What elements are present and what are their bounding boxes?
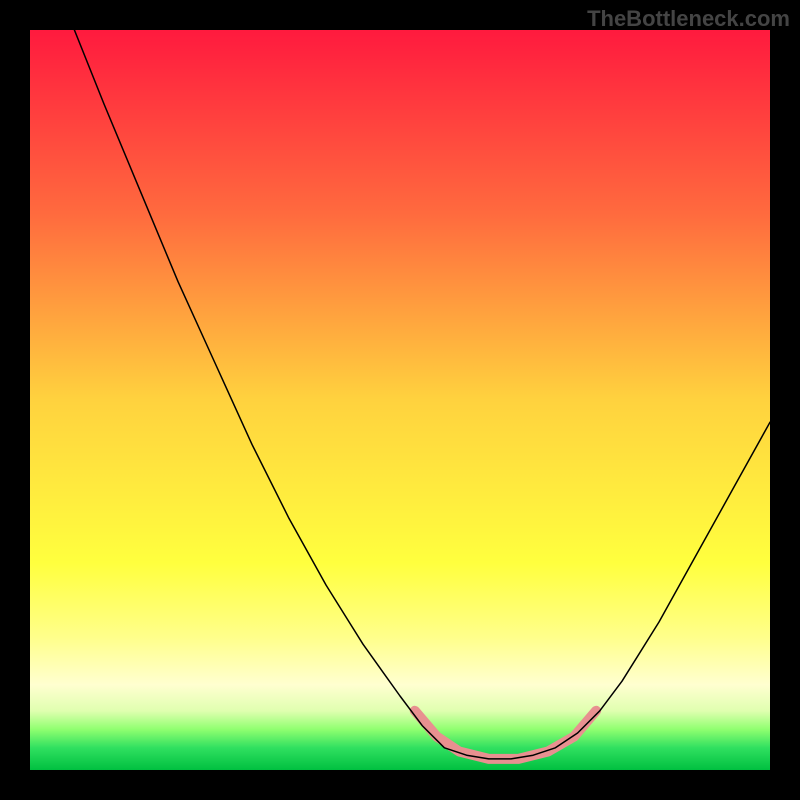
chart-svg <box>30 30 770 770</box>
plot-area <box>30 30 770 770</box>
chart-container: TheBottleneck.com <box>0 0 800 800</box>
chart-background <box>30 30 770 770</box>
watermark-text: TheBottleneck.com <box>587 6 790 32</box>
